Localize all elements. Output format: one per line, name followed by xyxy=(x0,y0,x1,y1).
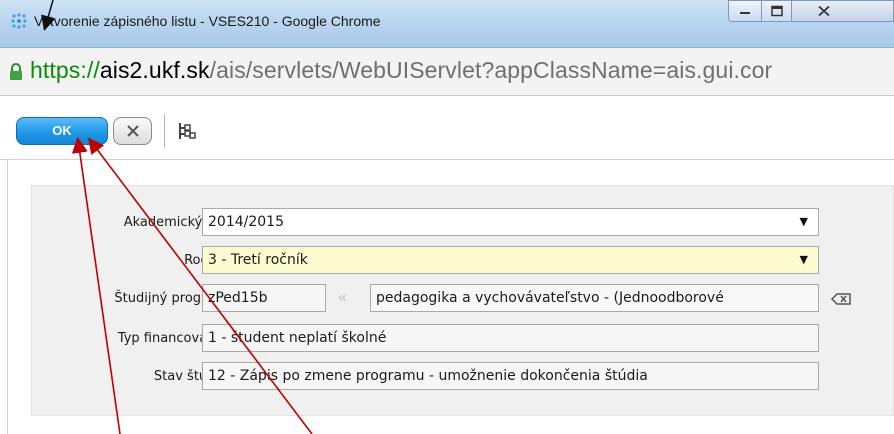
close-icon xyxy=(818,5,830,17)
address-bar[interactable]: https://ais2.ukf.sk/ais/servlets/WebUISe… xyxy=(0,48,894,96)
lock-icon xyxy=(8,62,24,87)
maximize-icon xyxy=(770,5,783,17)
close-x-icon xyxy=(126,125,139,137)
year-row: Ročník 3 - Tretí ročník ▼ xyxy=(32,246,894,276)
double-chevron-left-icon[interactable]: « xyxy=(338,289,347,307)
study-program-name-field[interactable]: pedagogika a vychovávateľstvo - (Jednood… xyxy=(370,284,819,312)
minimize-button[interactable] xyxy=(728,0,762,22)
left-divider xyxy=(7,160,8,434)
window-title: Vytvorenie zápisného listu - VSES210 - G… xyxy=(34,13,381,29)
academic-year-value: 2014/2015 xyxy=(208,214,284,230)
dropdown-arrow-icon[interactable]: ▼ xyxy=(800,209,808,235)
dropdown-arrow-icon[interactable]: ▼ xyxy=(800,247,808,273)
financing-row: Typ financovania 1 - študent neplatí ško… xyxy=(32,324,894,354)
maximize-button[interactable] xyxy=(762,0,792,22)
minimize-icon xyxy=(740,12,750,14)
url-host: ais2.ukf.sk xyxy=(99,57,210,83)
ok-button[interactable]: OK xyxy=(16,117,108,145)
academic-year-select[interactable]: 2014/2015 ▼ xyxy=(202,208,819,236)
close-window-button[interactable] xyxy=(792,0,894,22)
cancel-button[interactable] xyxy=(113,117,152,145)
year-select[interactable]: 3 - Tretí ročník ▼ xyxy=(202,246,819,274)
content-area: Akademický rok 2014/2015 ▼ Ročník 3 - Tr… xyxy=(0,160,894,434)
status-row: Stav štúdia 12 - Zápis po zmene programu… xyxy=(32,362,894,392)
study-program-code-field[interactable]: zPed15b xyxy=(202,284,326,312)
app-dots-icon xyxy=(10,12,28,30)
financing-field[interactable]: 1 - študent neplatí školné xyxy=(202,324,819,352)
academic-year-row: Akademický rok 2014/2015 ▼ xyxy=(32,208,894,238)
url-text[interactable]: https://ais2.ukf.sk/ais/servlets/WebUISe… xyxy=(30,57,772,84)
url-path: /ais/servlets/WebUIServlet?appClassName=… xyxy=(209,57,773,83)
study-program-row: Študijný program zPed15b « pedagogika a … xyxy=(32,284,894,314)
window-titlebar: Vytvorenie zápisného listu - VSES210 - G… xyxy=(0,0,894,48)
toolbar: OK xyxy=(0,96,894,160)
toolbar-separator xyxy=(164,114,165,148)
tree-structure-icon[interactable] xyxy=(178,122,196,145)
clear-selection-icon[interactable] xyxy=(829,288,853,315)
form-panel: Akademický rok 2014/2015 ▼ Ročník 3 - Tr… xyxy=(31,185,894,416)
year-value: 3 - Tretí ročník xyxy=(208,252,308,268)
url-scheme: https:// xyxy=(30,57,100,83)
status-field[interactable]: 12 - Zápis po zmene programu - umožnenie… xyxy=(202,362,819,390)
